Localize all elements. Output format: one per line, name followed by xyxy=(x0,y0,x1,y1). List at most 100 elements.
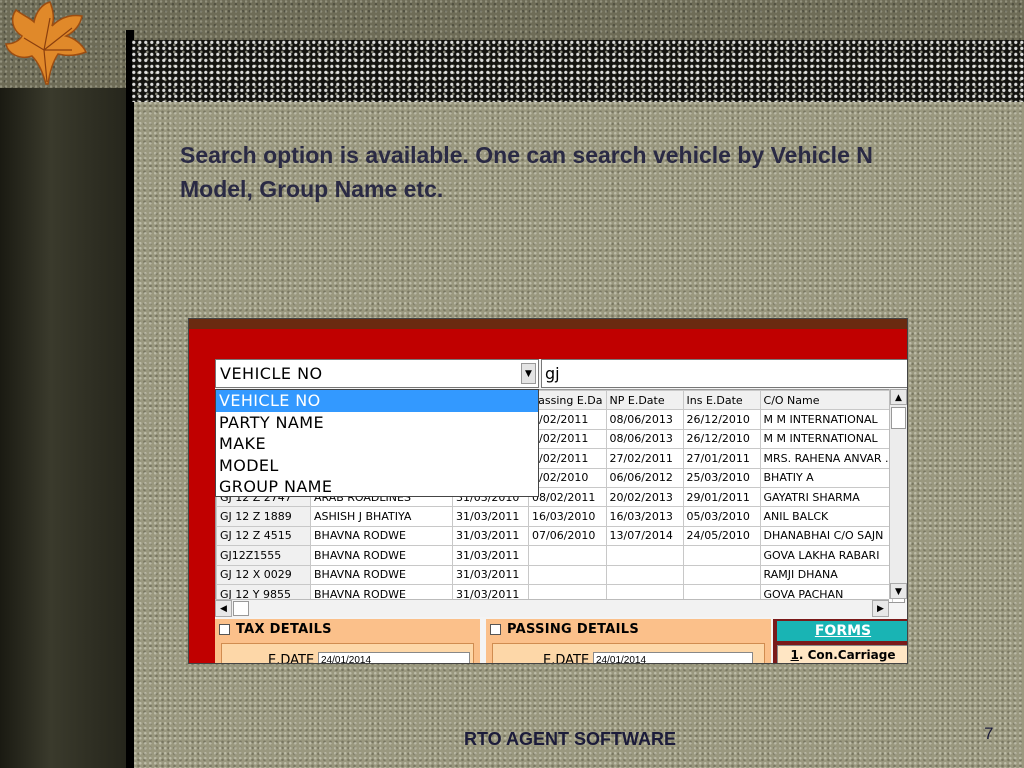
table-cell xyxy=(605,564,684,585)
table-cell: 07/06/2010 xyxy=(528,525,607,547)
table-row[interactable]: GJ 12 Z 4515 BHAVNA RODWE 31/03/2011 07/06/… xyxy=(216,525,893,547)
horizontal-scrollbar[interactable]: ◀ ▶ xyxy=(215,599,889,617)
slide-divider xyxy=(126,30,134,768)
table-row[interactable]: GJ 12 X 0029 BHAVNA RODWE 31/03/2011 RAMJI … xyxy=(216,564,893,585)
forms-link[interactable]: FORMS xyxy=(777,621,907,641)
slide-text-line: Search option is available. One can sear… xyxy=(180,142,873,168)
table-cell: BHAVNA RODWE xyxy=(310,564,453,585)
passing-details-checkbox[interactable] xyxy=(490,624,501,635)
table-cell: 08/06/2013 xyxy=(605,409,684,430)
table-cell xyxy=(528,545,607,566)
table-cell: GJ 12 Z 1889 xyxy=(216,506,311,527)
table-cell: 8/02/2010 xyxy=(528,467,607,488)
scroll-up-icon[interactable]: ▲ xyxy=(890,389,907,405)
table-cell: 24/05/2010 xyxy=(682,525,761,547)
search-field-select[interactable]: VEHICLE NO ▼ xyxy=(215,359,539,388)
column-header-passing-edate[interactable]: Passing E.Da xyxy=(528,390,607,411)
table-cell xyxy=(528,564,607,585)
passing-details-panel: PASSING DETAILS E.DATE xyxy=(486,619,771,664)
table-cell: MRS. RAHENA ANVAR . xyxy=(759,448,893,469)
table-cell xyxy=(605,545,684,566)
table-cell xyxy=(682,545,761,566)
passing-details-title: PASSING DETAILS xyxy=(507,622,640,637)
table-cell: 8/02/2011 xyxy=(528,409,607,430)
table-row[interactable]: GJ 12 Z 1889 ASHISH J BHATIYA 31/03/2011 16… xyxy=(216,506,893,527)
scroll-thumb[interactable] xyxy=(233,601,249,616)
slide-page-number: 7 xyxy=(984,724,994,743)
tax-details-checkbox[interactable] xyxy=(219,624,230,635)
table-cell: 25/03/2010 xyxy=(682,467,761,488)
table-cell: GJ 12 X 0029 xyxy=(216,564,311,585)
dropdown-option-group-name[interactable]: GROUP NAME xyxy=(216,476,538,498)
slide-text-line: Model, Group Name etc. xyxy=(180,176,444,202)
column-header-ins-edate[interactable]: Ins E.Date xyxy=(682,390,761,411)
table-cell: GOVA LAKHA RABARI xyxy=(759,545,893,566)
scroll-down-icon[interactable]: ▼ xyxy=(890,583,907,599)
table-cell: ASHISH J BHATIYA xyxy=(310,506,453,527)
scroll-right-icon[interactable]: ▶ xyxy=(872,600,889,617)
table-cell: 06/06/2012 xyxy=(605,467,684,488)
search-field-value: VEHICLE NO xyxy=(220,364,323,383)
tax-details-title: TAX DETAILS xyxy=(236,622,332,637)
scroll-left-icon[interactable]: ◀ xyxy=(215,600,232,617)
passing-details-header: PASSING DETAILS xyxy=(490,622,639,637)
table-cell: 08/02/2011 xyxy=(528,486,607,508)
table-cell: BHAVNA RODWE xyxy=(310,545,453,566)
column-header-np-edate[interactable]: NP E.Date xyxy=(605,390,684,411)
dropdown-arrow-icon[interactable]: ▼ xyxy=(521,363,536,384)
table-cell: 8/02/2011 xyxy=(528,448,607,469)
dropdown-option-model[interactable]: MODEL xyxy=(216,455,538,477)
table-cell: DHANABHAI C/O SAJN xyxy=(759,525,893,547)
table-cell: GJ 12 Z 4515 xyxy=(216,525,311,547)
vertical-scrollbar[interactable]: ▲ ▼ xyxy=(889,389,907,599)
table-cell: 29/01/2011 xyxy=(682,486,761,508)
passing-edate-label: E.DATE xyxy=(543,653,590,664)
tax-details-body: E.DATE xyxy=(221,643,474,664)
con-carriage-label: . Con.Carriage xyxy=(798,648,896,662)
con-carriage-button[interactable]: 1. Con.Carriage xyxy=(777,645,907,663)
scroll-thumb[interactable] xyxy=(891,407,906,429)
table-cell: 16/03/2013 xyxy=(605,506,684,527)
table-cell: 26/12/2010 xyxy=(682,409,761,430)
table-cell: ANIL BALCK xyxy=(759,506,893,527)
table-cell: 27/01/2011 xyxy=(682,448,761,469)
table-cell: GAYATRI SHARMA xyxy=(759,486,893,508)
slide-header-band xyxy=(132,40,1024,102)
table-cell: 27/02/2011 xyxy=(605,448,684,469)
table-cell: 31/03/2011 xyxy=(452,545,529,566)
passing-details-body: E.DATE xyxy=(492,643,765,664)
tax-edate-field[interactable] xyxy=(318,652,470,663)
search-input[interactable] xyxy=(541,359,907,388)
table-cell: 08/06/2013 xyxy=(605,428,684,450)
table-cell: BHAVNA RODWE xyxy=(310,525,453,547)
search-field-dropdown: VEHICLE NO PARTY NAME MAKE MODEL GROUP N… xyxy=(215,389,539,497)
table-cell: 16/03/2010 xyxy=(528,506,607,527)
tax-edate-label: E.DATE xyxy=(268,653,315,664)
app-title-strip xyxy=(189,319,907,329)
slide-left-band xyxy=(0,88,126,768)
leaf-icon xyxy=(5,1,88,85)
dropdown-option-vehicle-no[interactable]: VEHICLE NO xyxy=(216,390,538,412)
table-cell: 05/03/2010 xyxy=(682,506,761,527)
table-cell: 13/07/2014 xyxy=(605,525,684,547)
table-cell: 31/03/2011 xyxy=(452,506,529,527)
rto-app-window: Passing E.Da NP E.Date Ins E.Date C/O Na… xyxy=(188,318,908,664)
table-cell: 20/02/2013 xyxy=(605,486,684,508)
dropdown-option-party-name[interactable]: PARTY NAME xyxy=(216,412,538,434)
passing-edate-field[interactable] xyxy=(593,652,753,663)
forms-panel: FORMS 1. Con.Carriage xyxy=(773,619,907,663)
table-cell: RAMJI DHANA xyxy=(759,564,893,585)
table-cell: BHATIY A xyxy=(759,467,893,488)
column-header-co-name[interactable]: C/O Name xyxy=(759,390,893,411)
con-carriage-number: 1 xyxy=(790,648,799,662)
tax-details-header: TAX DETAILS xyxy=(219,622,332,637)
table-cell xyxy=(682,564,761,585)
table-cell: M M INTERNATIONAL xyxy=(759,428,893,450)
slide-footer: RTO AGENT SOFTWARE xyxy=(463,729,676,749)
table-row[interactable]: GJ12Z1555 BHAVNA RODWE 31/03/2011 GOVA LAKH… xyxy=(216,545,893,566)
dropdown-option-make[interactable]: MAKE xyxy=(216,433,538,455)
table-cell: GJ12Z1555 xyxy=(216,545,311,566)
tax-details-panel: TAX DETAILS E.DATE xyxy=(215,619,480,664)
table-cell: 31/03/2011 xyxy=(452,564,529,585)
table-cell: 8/02/2011 xyxy=(528,428,607,450)
